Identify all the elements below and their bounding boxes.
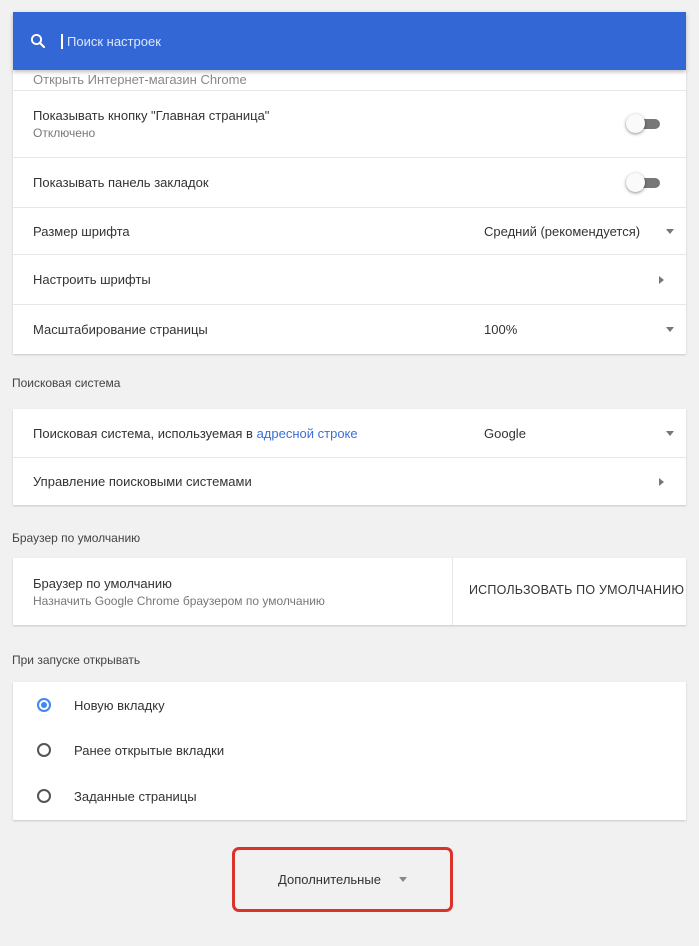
advanced-button[interactable]: Дополнительные <box>232 847 453 912</box>
home-button-row[interactable]: Показывать кнопку "Главная страница" Отк… <box>13 90 686 157</box>
default-browser-card: Браузер по умолчанию Назначить Google Ch… <box>13 558 686 625</box>
on-startup-card: Новую вкладку Ранее открытые вкладки Зад… <box>13 682 686 820</box>
manage-search-engines-row[interactable]: Управление поисковыми системами <box>13 457 686 505</box>
on-startup-title: При запуске открывать <box>12 653 141 667</box>
search-engine-select[interactable]: Google <box>484 426 674 441</box>
search-input[interactable]: Поиск настроек <box>61 33 161 49</box>
font-size-row: Размер шрифта Средний (рекомендуется) <box>13 207 686 254</box>
chrome-store-label: Открыть Интернет-магазин Chrome <box>33 72 247 87</box>
home-button-label: Показывать кнопку "Главная страница" <box>33 108 270 123</box>
startup-option-label: Новую вкладку <box>74 697 165 713</box>
search-toolbar: Поиск настроек <box>13 12 686 70</box>
bookmarks-bar-row[interactable]: Показывать панель закладок <box>13 157 686 207</box>
search-engine-label: Поисковая система, используемая в <box>33 425 257 441</box>
chevron-down-icon <box>666 430 674 436</box>
startup-option-continue[interactable]: Ранее открытые вкладки <box>13 737 686 763</box>
startup-option-specific-pages[interactable]: Заданные страницы <box>13 783 686 809</box>
chevron-down-icon <box>666 228 674 234</box>
font-size-value: Средний (рекомендуется) <box>484 223 641 239</box>
bookmarks-bar-label: Показывать панель закладок <box>33 175 209 190</box>
home-button-status: Отключено <box>33 126 96 140</box>
appearance-card: Открыть Интернет-магазин Chrome Показыва… <box>13 70 686 354</box>
divider <box>452 558 453 625</box>
radio-button[interactable] <box>37 743 51 757</box>
search-engine-row: Поисковая система, используемая в адресн… <box>13 409 686 457</box>
chevron-right-icon <box>659 275 664 284</box>
customize-fonts-label: Настроить шрифты <box>33 272 151 287</box>
search-engine-value: Google <box>484 425 526 441</box>
use-default-button[interactable]: ИСПОЛЬЗОВАТЬ ПО УМОЛЧАНИЮ <box>469 583 684 597</box>
manage-search-engines-label: Управление поисковыми системами <box>33 474 252 489</box>
default-browser-title: Браузер по умолчанию <box>12 531 141 545</box>
customize-fonts-row[interactable]: Настроить шрифты <box>13 254 686 304</box>
chevron-right-icon <box>659 477 664 486</box>
search-engine-title: Поисковая система <box>12 376 121 390</box>
startup-option-label: Ранее открытые вкладки <box>74 742 225 758</box>
page-zoom-row: Масштабирование страницы 100% <box>13 304 686 354</box>
bookmarks-bar-toggle[interactable] <box>626 172 662 192</box>
advanced-label: Дополнительные <box>278 872 381 887</box>
startup-option-new-tab[interactable]: Новую вкладку <box>13 692 686 718</box>
font-size-select[interactable]: Средний (рекомендуется) <box>484 224 674 239</box>
search-icon[interactable] <box>29 32 47 50</box>
default-browser-label: Браузер по умолчанию <box>33 575 172 591</box>
startup-option-label: Заданные страницы <box>74 788 197 804</box>
radio-button[interactable] <box>37 789 51 803</box>
chevron-down-icon <box>398 877 407 882</box>
address-bar-link[interactable]: адресной строке <box>257 426 358 441</box>
page-zoom-value: 100% <box>484 322 518 337</box>
home-button-toggle[interactable] <box>626 114 662 133</box>
chrome-store-row[interactable]: Открыть Интернет-магазин Chrome <box>13 70 686 90</box>
search-engine-card: Поисковая система, используемая в адресн… <box>13 409 686 505</box>
radio-button[interactable] <box>37 698 51 712</box>
page-zoom-select[interactable]: 100% <box>484 322 674 337</box>
chevron-down-icon <box>666 327 674 332</box>
